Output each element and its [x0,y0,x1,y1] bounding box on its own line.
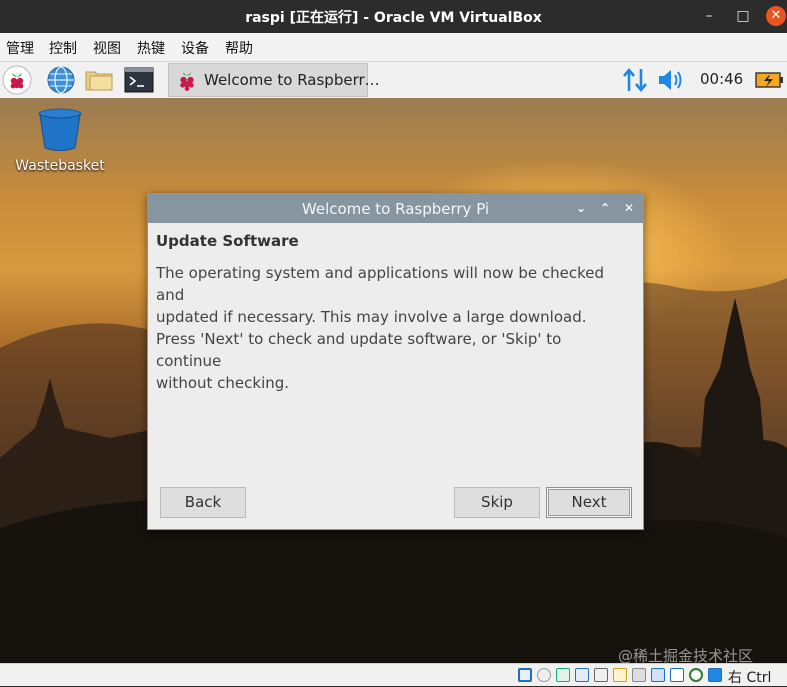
menu-hotkeys[interactable]: 热键 [137,38,165,58]
taskbar-window-label: Welcome to Raspberr… [204,71,380,89]
mouse-integration-icon[interactable] [689,668,703,682]
shared-folders-icon[interactable] [613,668,627,682]
chevron-down-icon[interactable]: ⌄ [572,199,590,217]
hard-disk-icon[interactable] [518,668,532,682]
close-icon[interactable]: ✕ [620,199,638,217]
chevron-up-icon[interactable]: ⌃ [596,199,614,217]
wastebasket-icon [38,108,82,151]
next-button[interactable]: Next [546,487,632,518]
wastebasket-label: Wastebasket [15,158,105,174]
paragraph-1-line-2: updated if necessary. This may involve a… [156,308,587,326]
vm-status-bar: 右 Ctrl [0,663,787,686]
dialog-paragraph-1: The operating system and applications wi… [156,262,626,328]
audio-icon[interactable] [556,668,570,682]
usb-icon[interactable] [594,668,608,682]
dialog-heading: Update Software [156,232,299,250]
menu-view[interactable]: 视图 [93,38,121,58]
welcome-dialog: Welcome to Raspberry Pi ⌄ ⌃ ✕ Update Sof… [147,193,644,530]
minimize-icon[interactable]: – [699,6,719,26]
menu-bar: 管理 控制 视图 热键 设备 帮助 [0,33,787,62]
virtualization-icon[interactable] [670,668,684,682]
close-icon[interactable]: ✕ [766,6,786,26]
raspberry-icon [180,72,194,91]
guest-taskbar: Welcome to Raspberr… 00:46 [0,62,787,99]
window-titlebar: raspi [正在运行] - Oracle VM VirtualBox – □ … [0,0,787,33]
raspberry-menu-icon[interactable] [2,65,32,95]
taskbar-window-button[interactable]: Welcome to Raspberr… [168,63,380,97]
dialog-paragraph-2: Press 'Next' to check and update softwar… [156,328,626,394]
dialog-title: Welcome to Raspberry Pi [301,200,490,218]
network-icon[interactable] [575,668,589,682]
skip-button[interactable]: Skip [454,487,540,518]
paragraph-2-line-2: without checking. [156,374,290,392]
back-button[interactable]: Back [160,487,246,518]
paragraph-2-line-1: Press 'Next' to check and update softwar… [156,330,562,370]
recording-icon[interactable] [651,668,665,682]
menu-devices[interactable]: 设备 [181,38,209,58]
host-key-label: 右 Ctrl [728,670,772,686]
folder-icon[interactable] [84,65,114,95]
globe-icon[interactable] [46,65,76,95]
maximize-icon[interactable]: □ [733,6,753,26]
volume-icon[interactable] [656,65,686,95]
terminal-icon[interactable] [124,65,154,95]
network-arrows-icon[interactable] [620,65,650,95]
power-status-icon[interactable] [754,65,784,95]
window-title: raspi [正在运行] - Oracle VM VirtualBox [245,10,542,26]
dialog-titlebar: Welcome to Raspberry Pi ⌄ ⌃ ✕ [148,194,643,223]
paragraph-1-line-1: The operating system and applications wi… [156,264,605,304]
menu-help[interactable]: 帮助 [225,38,253,58]
menu-manage[interactable]: 管理 [6,38,34,58]
keyboard-capture-icon[interactable] [708,668,722,682]
display-icon[interactable] [632,668,646,682]
wastebasket-desktop-icon[interactable]: Wastebasket [10,108,110,174]
clock[interactable]: 00:46 [700,70,743,88]
menu-control[interactable]: 控制 [49,38,77,58]
optical-drive-icon[interactable] [537,668,551,682]
